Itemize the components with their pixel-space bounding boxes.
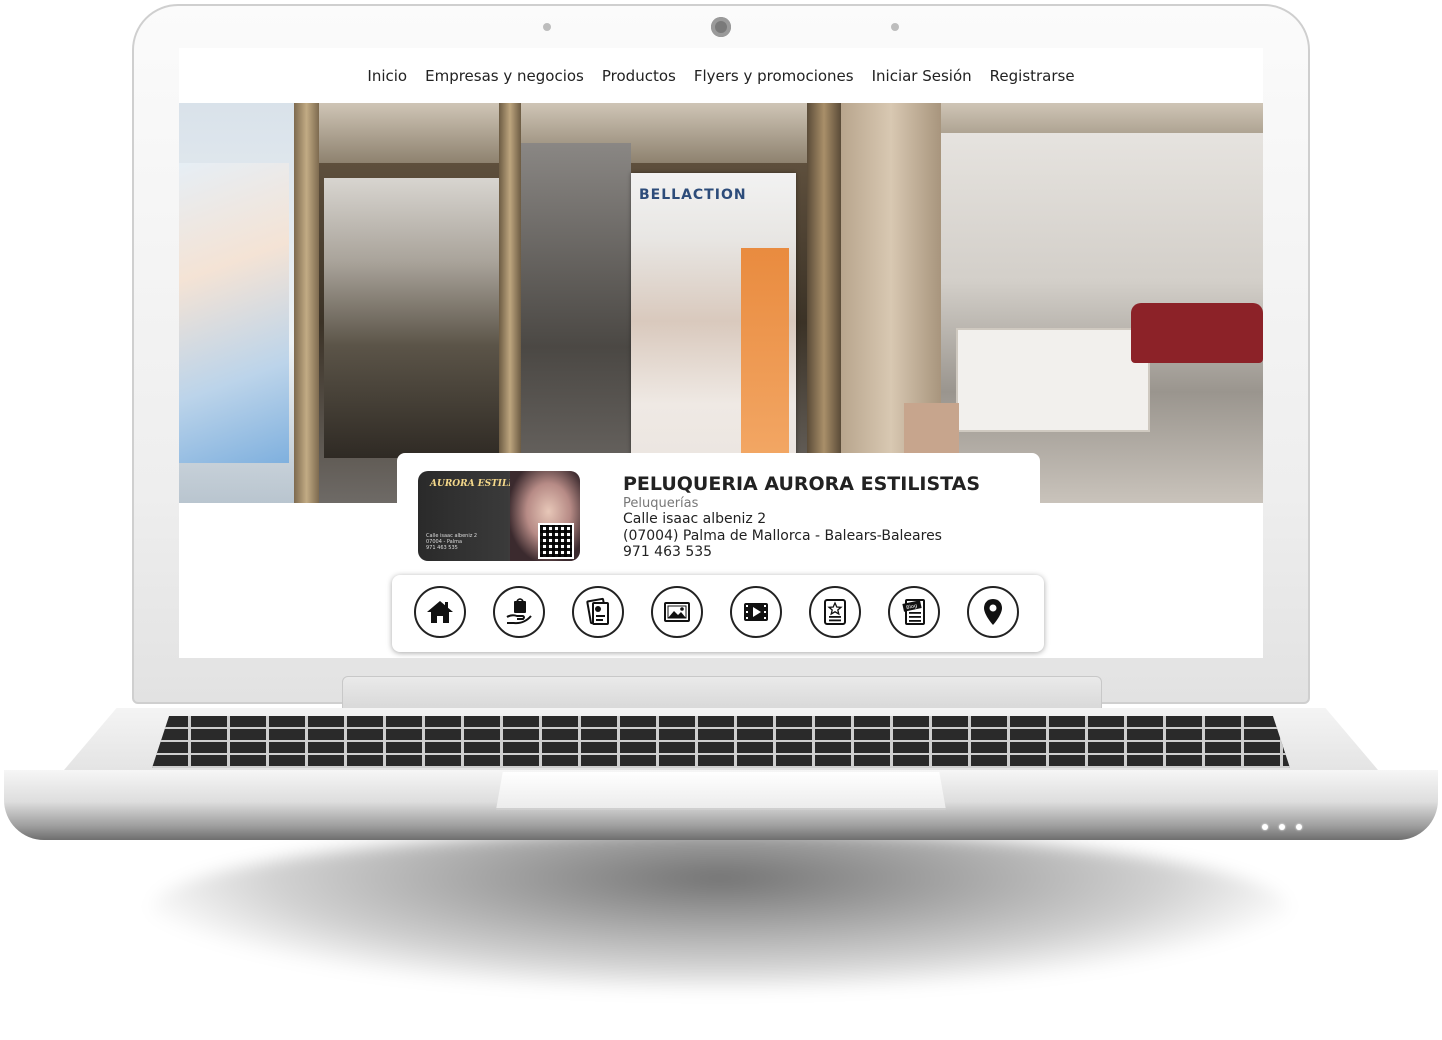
blog-icon[interactable]: Blog — [888, 586, 940, 638]
status-leds — [1262, 822, 1313, 833]
laptop-screen: Inicio Empresas y negocios Productos Fly… — [179, 48, 1263, 658]
sensor-right — [891, 23, 899, 31]
laptop-shadow — [150, 830, 1290, 990]
business-address: Calle isaac albeniz 2 (07004) Palma de M… — [623, 511, 942, 561]
sensor-left — [543, 23, 551, 31]
video-icon[interactable] — [730, 586, 782, 638]
business-info-card: AURORA ESTILISTAS Calle isaac albeniz 20… — [397, 453, 1040, 578]
business-name: PELUQUERIA AURORA ESTILISTAS — [623, 473, 981, 495]
storefront-photo: BELLACTION — [179, 103, 1263, 503]
business-section-icons: Blog — [392, 575, 1044, 652]
reviews-icon[interactable] — [809, 586, 861, 638]
flyers-icon[interactable] — [572, 586, 624, 638]
nav-productos[interactable]: Productos — [602, 67, 676, 85]
address-line-1: Calle isaac albeniz 2 — [623, 511, 767, 527]
qr-code — [538, 523, 574, 559]
business-category[interactable]: Peluquerías — [623, 496, 698, 511]
trackpad — [496, 772, 946, 810]
webcam — [711, 17, 731, 37]
keyboard — [152, 716, 1290, 768]
phone-number[interactable]: 971 463 535 — [623, 544, 942, 561]
business-card-image[interactable]: AURORA ESTILISTAS Calle isaac albeniz 20… — [418, 471, 580, 561]
nav-flyers[interactable]: Flyers y promociones — [694, 67, 854, 85]
nav-inicio[interactable]: Inicio — [367, 67, 407, 85]
products-icon[interactable] — [493, 586, 545, 638]
location-icon[interactable] — [967, 586, 1019, 638]
nav-register[interactable]: Registrarse — [990, 67, 1075, 85]
nav-login[interactable]: Iniciar Sesión — [872, 67, 972, 85]
top-nav: Inicio Empresas y negocios Productos Fly… — [179, 48, 1263, 103]
address-line-2: (07004) Palma de Mallorca - Balears-Bale… — [623, 527, 942, 544]
gallery-icon[interactable] — [651, 586, 703, 638]
home-icon[interactable] — [414, 586, 466, 638]
nav-empresas[interactable]: Empresas y negocios — [425, 67, 584, 85]
